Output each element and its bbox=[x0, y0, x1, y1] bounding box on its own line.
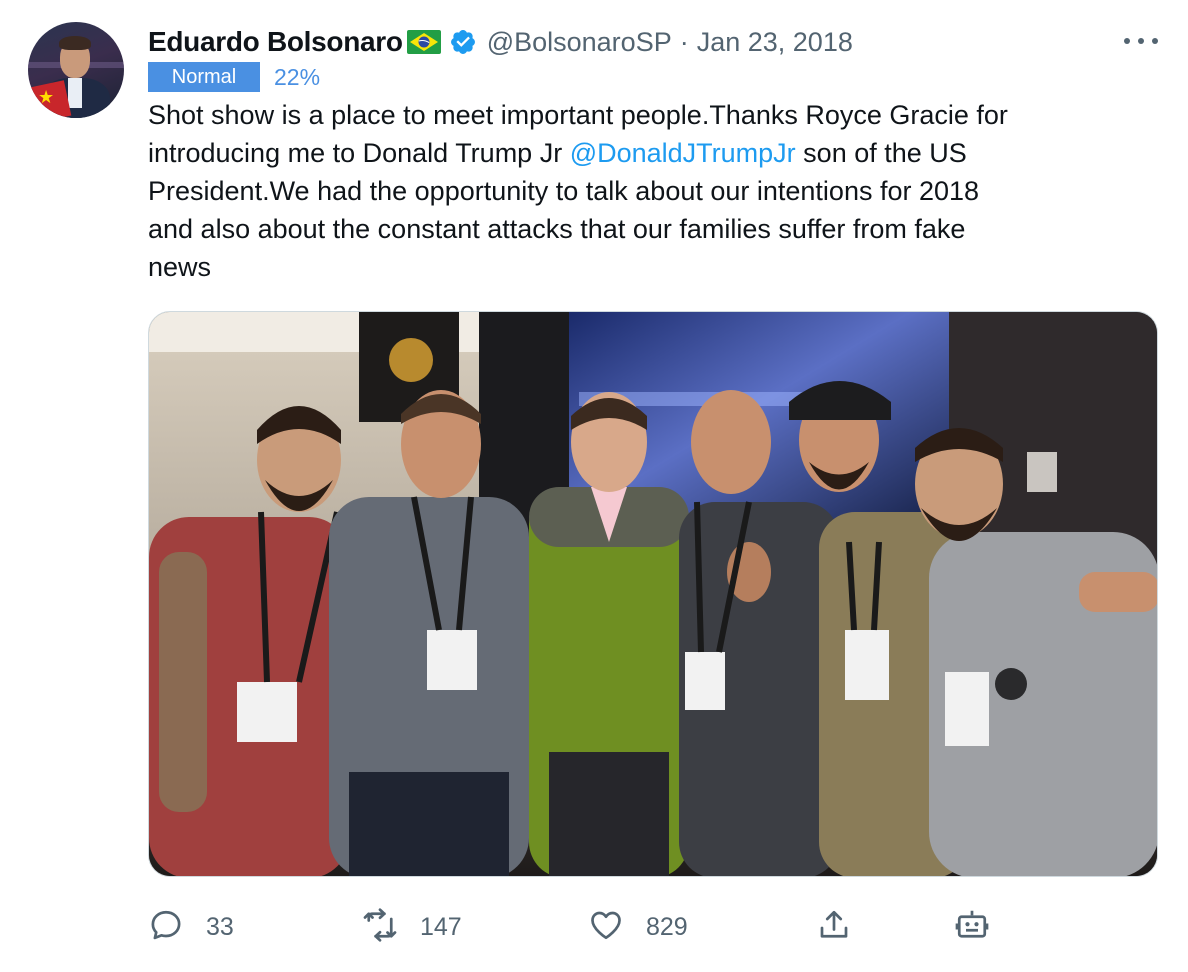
booth-emblem bbox=[389, 338, 433, 382]
author-handle[interactable]: @BolsonaroSP bbox=[487, 27, 672, 58]
like-button[interactable]: 829 bbox=[588, 902, 688, 952]
bot-icon bbox=[954, 907, 990, 948]
avatar[interactable]: ★ bbox=[28, 22, 124, 118]
bot-button[interactable] bbox=[954, 902, 990, 952]
rating-percent: 22% bbox=[274, 63, 321, 90]
tweet-text-segment: son of the US bbox=[795, 138, 967, 168]
mention-link[interactable]: @DonaldJTrumpJr bbox=[570, 138, 796, 168]
booth-number bbox=[1027, 452, 1057, 492]
retweet-button[interactable]: 147 bbox=[362, 902, 462, 952]
tweet-date[interactable]: Jan 23, 2018 bbox=[697, 27, 853, 58]
share-button[interactable] bbox=[816, 902, 852, 952]
avatar-hair bbox=[59, 36, 91, 50]
more-dot bbox=[1138, 38, 1144, 44]
retweet-count: 147 bbox=[420, 912, 462, 941]
reply-count: 33 bbox=[206, 912, 234, 941]
tweet-line: Shot show is a place to meet important p… bbox=[148, 100, 1008, 130]
verified-badge-icon bbox=[449, 28, 477, 56]
tweet-line: President.We had the opportunity to talk… bbox=[148, 176, 980, 206]
tweet-line: and also about the constant attacks that… bbox=[148, 214, 966, 244]
like-icon bbox=[588, 907, 624, 948]
tweet-text: Shot show is a place to meet important p… bbox=[148, 96, 1148, 286]
more-dot bbox=[1152, 38, 1158, 44]
tweet-header: Eduardo Bolsonaro @BolsonaroSP · Jan 23,… bbox=[148, 24, 853, 60]
brazil-flag-icon bbox=[406, 30, 441, 54]
avatar-flag-star: ★ bbox=[38, 87, 55, 107]
action-bar: 33 147 829 bbox=[148, 902, 1158, 952]
retweet-icon bbox=[362, 907, 398, 948]
tweet-photo[interactable] bbox=[148, 311, 1158, 877]
tweet-line: introducing me to Donald Trump Jr @Donal… bbox=[148, 134, 1148, 172]
tweet-text-segment: introducing me to Donald Trump Jr bbox=[148, 138, 570, 168]
tweet-line: news bbox=[148, 252, 212, 282]
share-icon bbox=[816, 907, 852, 948]
reply-button[interactable]: 33 bbox=[148, 902, 234, 952]
rating-row: Normal 22% bbox=[148, 62, 320, 92]
like-count: 829 bbox=[646, 912, 688, 941]
more-options-icon[interactable] bbox=[1124, 28, 1158, 54]
more-dot bbox=[1124, 38, 1130, 44]
rating-badge: Normal bbox=[148, 62, 260, 92]
header-separator: · bbox=[679, 26, 689, 57]
avatar-shirt bbox=[68, 78, 82, 108]
author-name[interactable]: Eduardo Bolsonaro bbox=[148, 26, 403, 58]
reply-icon bbox=[148, 907, 184, 948]
